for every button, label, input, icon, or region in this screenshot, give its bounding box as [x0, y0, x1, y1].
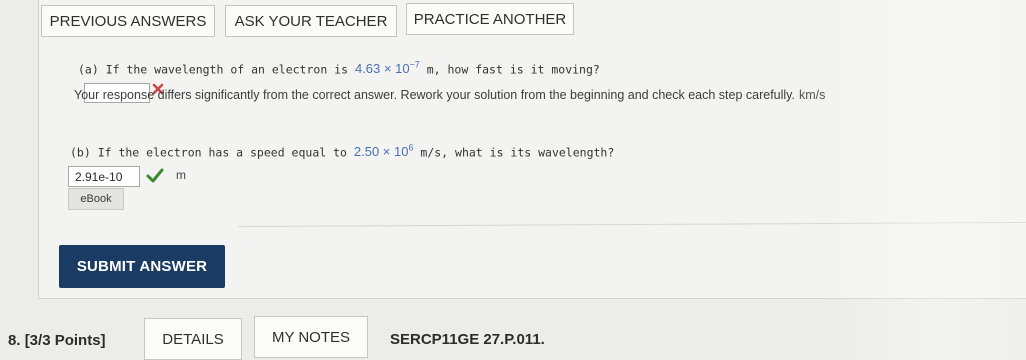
previous-answers-button[interactable]: PREVIOUS ANSWERS [41, 5, 215, 37]
part-a-question: (a) If the wavelength of an electron is … [78, 60, 600, 76]
part-a-mantissa: 4.63 × 10 [354, 61, 410, 77]
part-b-prefix: (b) If the electron has a speed equal to [70, 145, 347, 160]
part-b-answer-input[interactable]: 2.91e-10 [68, 166, 140, 187]
part-a-unit: km/s [798, 88, 826, 102]
part-a-feedback: Your response differs significantly from… [74, 88, 825, 102]
question-points: [3/3 Points] [24, 332, 106, 349]
details-button[interactable]: DETAILS [144, 318, 242, 360]
part-b-unit: m [176, 168, 186, 182]
part-a-exponent: −7 [409, 60, 420, 70]
check-mark-icon [146, 167, 164, 188]
ebook-button[interactable]: eBook [68, 188, 124, 210]
question-code: SERCP11GE 27.P.011. [390, 331, 545, 348]
part-b-mantissa: 2.50 × 10 [353, 144, 409, 160]
ask-your-teacher-button[interactable]: ASK YOUR TEACHER [225, 5, 397, 37]
submit-answer-button[interactable]: SUBMIT ANSWER [59, 245, 225, 288]
practice-another-button[interactable]: PRACTICE ANOTHER [406, 3, 574, 35]
part-b-suffix: m/s, what is its wavelength? [413, 145, 615, 160]
part-a-suffix: m, how fast is it moving? [419, 62, 600, 77]
question-number: 8. [8, 332, 21, 349]
part-b-answer-value: 2.91e-10 [75, 170, 123, 184]
part-b-value: 2.50 × 106 [353, 143, 414, 160]
part-a-prefix: (a) If the wavelength of an electron is [78, 62, 349, 77]
part-b-question: (b) If the electron has a speed equal to… [70, 143, 614, 159]
part-a-value: 4.63 × 10−7 [354, 60, 420, 77]
part-a-feedback-text: Your response differs significantly from… [74, 88, 795, 102]
my-notes-button[interactable]: MY NOTES [254, 316, 368, 358]
question-header: 8. [3/3 Points] [8, 332, 106, 349]
